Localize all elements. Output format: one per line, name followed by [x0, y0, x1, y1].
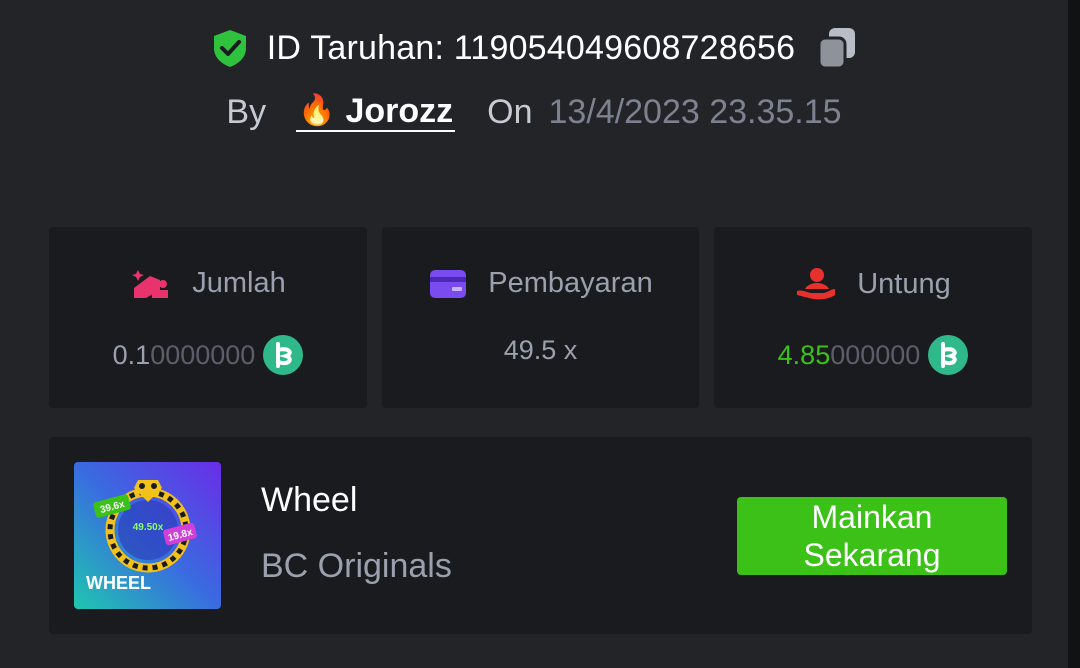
bet-datetime: 13/4/2023 23.35.15 — [548, 92, 842, 131]
play-now-button[interactable]: Mainkan Sekarang — [737, 497, 1007, 575]
thumb-title: WHEEL — [86, 573, 151, 593]
profit-hand-icon — [797, 268, 836, 300]
payout-value: 49.5 x — [503, 335, 578, 365]
amount-value-main: 0.1 — [112, 339, 151, 370]
copy-icon[interactable] — [817, 26, 857, 70]
bc-coin-icon — [263, 335, 304, 375]
wheel-thumbnail-art: 39.6x 49.50x 19.8x WHEEL — [74, 462, 221, 609]
profit-value-decimals: 000000 — [830, 339, 921, 370]
fire-icon: 🔥 — [298, 94, 336, 127]
thumb-label-2: 49.50x — [133, 522, 164, 533]
amount-value-decimals: 0000000 — [150, 339, 256, 370]
window-edge — [1068, 0, 1080, 668]
verified-shield-icon — [213, 30, 246, 67]
profit-value-main: 4.85 — [777, 339, 831, 370]
on-label: On — [487, 92, 533, 131]
game-name: Wheel — [261, 481, 358, 519]
profit-label: Untung — [857, 267, 951, 300]
by-label: By — [226, 92, 267, 131]
amount-value: 0.1 0000000 — [49, 335, 367, 375]
amount-card: Jumlah 0.1 0000000 — [49, 227, 367, 408]
game-card: 39.6x 49.50x 19.8x WHEEL Wheel BC Origin… — [49, 437, 1032, 634]
bet-amount-icon — [132, 269, 169, 298]
amount-label: Jumlah — [192, 267, 286, 299]
bet-id-row: ID Taruhan: 119054049608728656 — [0, 26, 1068, 70]
username: Jorozz — [345, 92, 454, 130]
payout-label: Pembayaran — [488, 267, 653, 299]
bet-id: ID Taruhan: 119054049608728656 — [266, 28, 796, 67]
payout-card: Pembayaran 49.5 x — [382, 227, 699, 408]
game-provider: BC Originals — [261, 547, 452, 585]
profit-card: Untung 4.85 000000 — [714, 227, 1032, 408]
bet-meta-row: By 🔥 Jorozz On 13/4/2023 23.35.15 — [0, 92, 1068, 132]
card-icon — [430, 269, 467, 298]
profit-value: 4.85 000000 — [714, 335, 1032, 375]
username-link[interactable]: 🔥 Jorozz — [296, 92, 456, 132]
game-thumbnail[interactable]: 39.6x 49.50x 19.8x WHEEL — [74, 462, 221, 609]
bc-coin-icon — [928, 335, 969, 375]
